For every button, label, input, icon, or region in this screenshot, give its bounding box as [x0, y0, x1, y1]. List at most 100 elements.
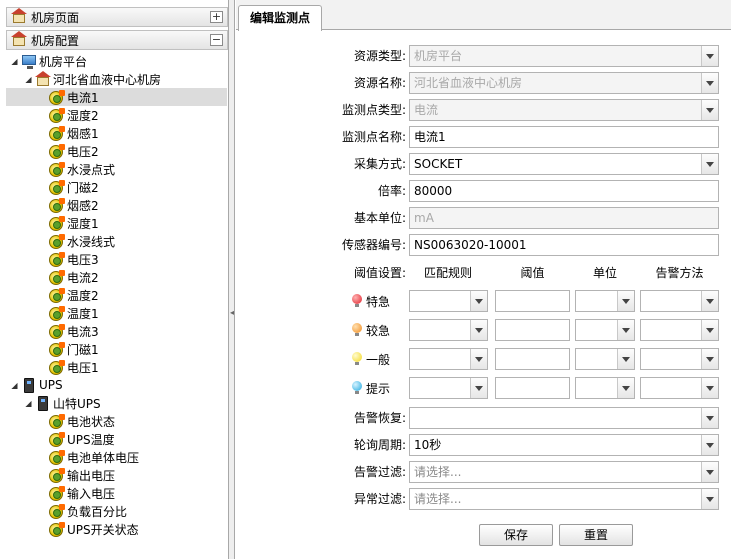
abnormal-filter-select[interactable]: 请选择... [409, 488, 719, 510]
chevron-down-icon[interactable] [701, 408, 718, 428]
tree-node[interactable]: 湿度2 [6, 106, 227, 124]
collect-mode-select[interactable]: SOCKET [409, 153, 719, 175]
tree-node[interactable]: ◢ UPS [6, 376, 227, 394]
tree-node[interactable]: 烟感2 [6, 196, 227, 214]
tree-node[interactable]: UPS开关状态 [6, 520, 227, 538]
tree-node[interactable]: UPS温度 [6, 430, 227, 448]
threshold-unit-select[interactable] [575, 319, 635, 341]
tree-node[interactable]: 水浸点式 [6, 160, 227, 178]
tree-node[interactable]: 门磁2 [6, 178, 227, 196]
tree-node[interactable]: 输出电压 [6, 466, 227, 484]
chevron-down-icon[interactable] [701, 489, 718, 509]
chevron-down-icon[interactable] [701, 73, 718, 93]
point-name-input[interactable]: 电流1 [409, 126, 719, 148]
tree-node[interactable]: 输入电压 [6, 484, 227, 502]
chevron-down-icon[interactable] [701, 46, 718, 66]
chevron-down-icon[interactable] [701, 435, 718, 455]
tree-node-label: 温度1 [67, 306, 99, 321]
threshold-level-label: 特急 [366, 294, 391, 309]
sidebar: 机房页面 + 机房配置 − ◢ 机房平台 ◢ 河北省血液中心机房 电流1 湿度2 烟感1 电压… [0, 0, 229, 559]
expand-triangle-icon[interactable]: ◢ [10, 381, 19, 390]
chevron-down-icon[interactable] [470, 320, 487, 340]
tree-node[interactable]: 电流3 [6, 322, 227, 340]
tree-node-label: 湿度2 [67, 108, 99, 123]
tree-node[interactable]: 温度2 [6, 286, 227, 304]
chevron-down-icon[interactable] [701, 378, 718, 398]
bulb-icon [351, 294, 363, 308]
expand-triangle-icon[interactable]: ◢ [24, 75, 33, 84]
tree-node[interactable]: 温度1 [6, 304, 227, 322]
poll-period-select[interactable]: 10秒 [409, 434, 719, 456]
tree-node[interactable]: 湿度1 [6, 214, 227, 232]
panel-splitter[interactable]: ◂ [229, 0, 235, 559]
tree-node-label: 机房平台 [39, 54, 88, 69]
expand-triangle-icon[interactable]: ◢ [24, 399, 33, 408]
expand-plus-icon[interactable]: + [210, 11, 223, 23]
ratio-input[interactable]: 80000 [409, 180, 719, 202]
tree-node[interactable]: 电压2 [6, 142, 227, 160]
threshold-unit-select[interactable] [575, 348, 635, 370]
tree-node[interactable]: 门磁1 [6, 340, 227, 358]
threshold-method-select[interactable] [640, 377, 719, 399]
chevron-down-icon[interactable] [617, 291, 634, 311]
tree-node-label: 输出电压 [67, 468, 116, 483]
tree-node[interactable]: ◢ 机房平台 [6, 52, 227, 70]
tree-node[interactable]: 水浸线式 [6, 232, 227, 250]
reset-button[interactable]: 重置 [559, 524, 633, 546]
tree-node[interactable]: ◢ 山特UPS [6, 394, 227, 412]
splitter-grip-icon[interactable]: ◂ [230, 308, 234, 317]
alarm-recover-select[interactable] [409, 407, 719, 429]
sensor-icon [49, 341, 65, 357]
threshold-rule-select[interactable] [409, 348, 488, 370]
threshold-value-input[interactable] [495, 319, 570, 341]
tree-node[interactable]: 电压1 [6, 358, 227, 376]
chevron-down-icon[interactable] [470, 378, 487, 398]
accordion-room-page[interactable]: 机房页面 + [6, 7, 228, 27]
resource-type-select[interactable]: 机房平台 [409, 45, 719, 67]
point-type-select[interactable]: 电流 [409, 99, 719, 121]
save-button[interactable]: 保存 [479, 524, 553, 546]
threshold-unit-select[interactable] [575, 290, 635, 312]
tree-node[interactable]: 电压3 [6, 250, 227, 268]
sensor-no-input[interactable]: NS0063020-10001 [409, 234, 719, 256]
chevron-down-icon[interactable] [701, 349, 718, 369]
alarm-filter-select[interactable]: 请选择... [409, 461, 719, 483]
tree-node[interactable]: 电池单体电压 [6, 448, 227, 466]
chevron-down-icon[interactable] [701, 320, 718, 340]
threshold-method-select[interactable] [640, 319, 719, 341]
expand-triangle-icon[interactable]: ◢ [10, 57, 19, 66]
point-type-value: 电流 [414, 103, 439, 117]
tree-node[interactable]: 负载百分比 [6, 502, 227, 520]
collapse-minus-icon[interactable]: − [210, 34, 223, 46]
chevron-down-icon[interactable] [701, 100, 718, 120]
chevron-down-icon[interactable] [617, 349, 634, 369]
threshold-rule-select[interactable] [409, 290, 488, 312]
chevron-down-icon[interactable] [617, 320, 634, 340]
threshold-method-select[interactable] [640, 290, 719, 312]
tree-node-label: 电池状态 [67, 414, 116, 429]
chevron-down-icon[interactable] [617, 378, 634, 398]
accordion-room-config[interactable]: 机房配置 − [6, 30, 228, 50]
base-unit-input[interactable]: mA [409, 207, 719, 229]
chevron-down-icon[interactable] [701, 291, 718, 311]
bulb-icon [351, 352, 363, 366]
tree-node-label: 河北省血液中心机房 [53, 72, 162, 87]
threshold-value-input[interactable] [495, 290, 570, 312]
tab-edit-point[interactable]: 编辑监测点 [238, 5, 322, 31]
threshold-rule-select[interactable] [409, 377, 488, 399]
tree-node[interactable]: 烟感1 [6, 124, 227, 142]
chevron-down-icon[interactable] [470, 349, 487, 369]
tree-node[interactable]: 电流2 [6, 268, 227, 286]
chevron-down-icon[interactable] [701, 154, 718, 174]
threshold-value-input[interactable] [495, 348, 570, 370]
tree-node[interactable]: ◢ 河北省血液中心机房 [6, 70, 227, 88]
threshold-method-select[interactable] [640, 348, 719, 370]
chevron-down-icon[interactable] [470, 291, 487, 311]
tree-node[interactable]: 电流1 [6, 88, 227, 106]
threshold-value-input[interactable] [495, 377, 570, 399]
chevron-down-icon[interactable] [701, 462, 718, 482]
threshold-rule-select[interactable] [409, 319, 488, 341]
resource-name-select[interactable]: 河北省血液中心机房 [409, 72, 719, 94]
threshold-unit-select[interactable] [575, 377, 635, 399]
tree-node[interactable]: 电池状态 [6, 412, 227, 430]
